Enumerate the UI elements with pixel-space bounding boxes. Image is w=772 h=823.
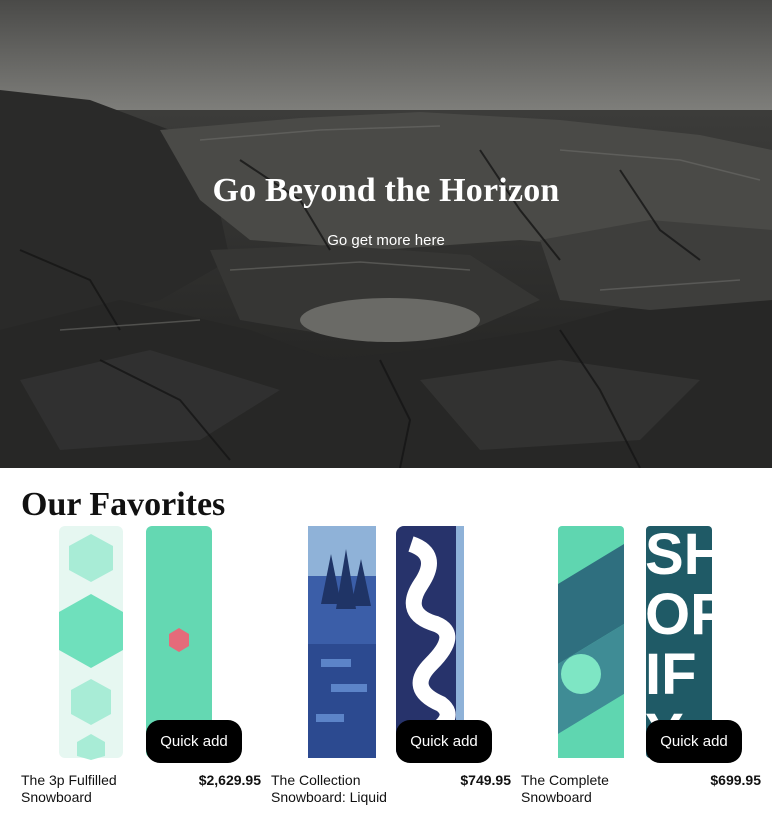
section-title: Our Favorites bbox=[21, 486, 226, 523]
svg-text:OP: OP bbox=[645, 582, 729, 647]
quick-add-button[interactable]: Quick add bbox=[146, 720, 242, 763]
product-card[interactable]: SH OP IF Y Quick add The Complete Snowbo… bbox=[521, 524, 761, 814]
hero-banner: Go Beyond the Horizon Go get more here bbox=[0, 0, 772, 468]
quick-add-button[interactable]: Quick add bbox=[396, 720, 492, 763]
product-price: $699.95 bbox=[710, 772, 761, 788]
svg-text:SH: SH bbox=[645, 524, 726, 587]
product-price: $749.95 bbox=[460, 772, 511, 788]
hero-title: Go Beyond the Horizon bbox=[212, 172, 560, 209]
product-name[interactable]: The Collection Snowboard: Liquid bbox=[271, 772, 421, 806]
product-price: $2,629.95 bbox=[198, 772, 261, 788]
quick-add-button[interactable]: Quick add bbox=[646, 720, 742, 763]
product-card[interactable]: Quick add The Collection Snowboard: Liqu… bbox=[271, 524, 511, 814]
product-name[interactable]: The Complete Snowboard bbox=[521, 772, 671, 806]
svg-text:IF: IF bbox=[645, 642, 697, 707]
product-card[interactable]: Quick add The 3p Fulfilled Snowboard $2,… bbox=[21, 524, 261, 814]
hero-subtitle: Go get more here bbox=[327, 232, 445, 249]
product-name[interactable]: The 3p Fulfilled Snowboard bbox=[21, 772, 171, 806]
